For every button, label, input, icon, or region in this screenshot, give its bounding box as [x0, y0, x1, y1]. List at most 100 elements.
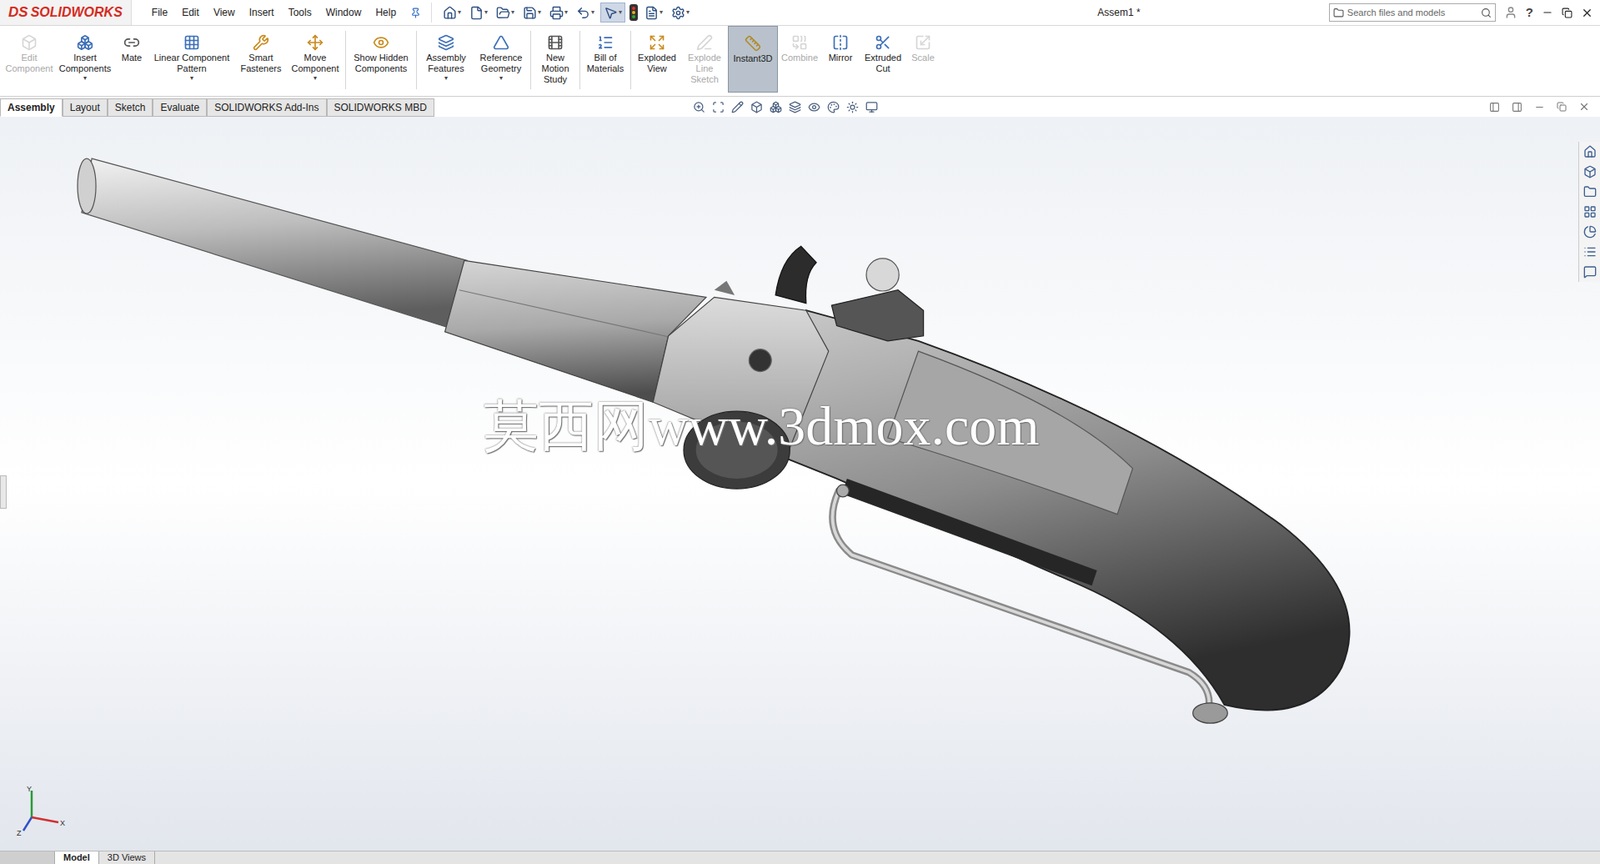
- svg-text:Y: Y: [26, 784, 32, 793]
- dropdown-arrow-icon[interactable]: ▾: [313, 74, 317, 83]
- close-icon[interactable]: [1580, 6, 1594, 20]
- ribbon-separator: [630, 30, 632, 90]
- dropdown-arrow-icon[interactable]: ▾: [83, 74, 87, 83]
- view-tool-icon[interactable]: [731, 100, 744, 114]
- ribbon-button[interactable]: Linear Component Pattern▾: [148, 25, 236, 93]
- ribbon-button[interactable]: Edit Component: [3, 25, 56, 93]
- ribbon-separator: [416, 30, 417, 90]
- ribbon-icon: [744, 35, 762, 52]
- ribbon-button[interactable]: Mate: [115, 25, 149, 93]
- command-tab[interactable]: Layout: [62, 98, 108, 117]
- document-window-controls: [1489, 100, 1590, 113]
- menu-item[interactable]: Insert: [249, 5, 275, 21]
- ribbon-button[interactable]: Explode Line Sketch: [681, 25, 728, 93]
- ribbon-button[interactable]: Scale: [906, 25, 940, 93]
- window-title: Assem1 *: [1097, 5, 1140, 21]
- minimize-icon[interactable]: [1541, 6, 1554, 19]
- help-button[interactable]: ?: [1525, 3, 1534, 23]
- view-tool-icon[interactable]: [750, 100, 763, 114]
- quick-access-toolbar: ▾▾▾▾▾▾▾▾▾: [431, 2, 693, 23]
- flintlock-pistol-model[interactable]: [0, 116, 1600, 851]
- ribbon-button[interactable]: Show Hidden Components: [347, 25, 415, 93]
- user-icon[interactable]: [1504, 5, 1518, 20]
- view-tool-icon[interactable]: [712, 100, 725, 114]
- ribbon-icon: [437, 34, 455, 51]
- bottom-tab[interactable]: Model: [55, 851, 100, 864]
- ribbon-button[interactable]: Insert Components▾: [55, 25, 116, 93]
- restore-icon[interactable]: [1561, 7, 1573, 19]
- command-tab[interactable]: SOLIDWORKS MBD: [326, 98, 435, 117]
- svg-text:X: X: [60, 818, 66, 828]
- options-icon[interactable]: ▾: [668, 2, 693, 23]
- view-tool-icon[interactable]: [807, 100, 821, 114]
- graphics-area[interactable]: 莫西网www.3dmox.comYXZ: [0, 116, 1600, 851]
- tile-left-icon[interactable]: [1489, 101, 1500, 113]
- save-icon[interactable]: ▾: [520, 2, 544, 23]
- dropdown-arrow-icon[interactable]: ▾: [499, 74, 503, 83]
- app-logo[interactable]: DSSOLIDWORKS: [0, 0, 132, 26]
- view-tool-icon[interactable]: [769, 100, 783, 114]
- task-pane-icon[interactable]: [1583, 265, 1597, 279]
- menu-item[interactable]: File: [151, 5, 168, 21]
- command-tab[interactable]: SOLIDWORKS Add-Ins: [206, 98, 327, 117]
- task-pane-icon[interactable]: [1583, 245, 1597, 259]
- dropdown-arrow-icon[interactable]: ▾: [444, 74, 448, 83]
- pin-icon[interactable]: [410, 7, 422, 19]
- dropdown-arrow-icon[interactable]: ▾: [190, 74, 194, 83]
- ribbon-icon: [252, 34, 270, 51]
- undo-icon[interactable]: ▾: [573, 2, 597, 23]
- view-tool-icon[interactable]: [827, 100, 840, 114]
- file-properties-icon[interactable]: ▾: [642, 2, 666, 23]
- ribbon-button[interactable]: Instant3D: [727, 25, 778, 93]
- command-tab[interactable]: Evaluate: [152, 98, 207, 117]
- task-pane-icon[interactable]: [1583, 185, 1597, 199]
- tile-right-icon[interactable]: [1511, 101, 1523, 113]
- ribbon-icon: [832, 34, 849, 51]
- open-icon[interactable]: ▾: [493, 2, 517, 23]
- search-box[interactable]: Search files and models: [1329, 3, 1496, 22]
- ribbon-button[interactable]: Reference Geometry▾: [473, 25, 529, 93]
- view-tool-icon[interactable]: [692, 100, 706, 114]
- ribbon-button[interactable]: Combine: [777, 25, 822, 93]
- ribbon-button[interactable]: Extruded Cut: [859, 25, 907, 93]
- ribbon-button[interactable]: Exploded View: [632, 25, 682, 93]
- print-icon[interactable]: ▾: [546, 2, 571, 23]
- ribbon-separator: [530, 30, 532, 90]
- doc-restore-icon[interactable]: [1556, 101, 1567, 112]
- select-icon[interactable]: ▾: [600, 2, 626, 23]
- ribbon-button[interactable]: Mirror: [821, 25, 860, 93]
- menu-item[interactable]: Window: [326, 5, 362, 21]
- view-tool-icon[interactable]: [846, 100, 859, 114]
- ribbon-button[interactable]: Bill of Materials: [581, 25, 629, 93]
- ribbon-button[interactable]: Move Component▾: [286, 25, 344, 93]
- new-icon[interactable]: ▾: [466, 2, 491, 23]
- ribbon-icon: [648, 34, 666, 51]
- doc-close-icon[interactable]: [1578, 100, 1590, 113]
- tab-scroll-buttons[interactable]: [0, 851, 56, 864]
- command-tab[interactable]: Assembly: [0, 98, 63, 117]
- doc-minimize-icon[interactable]: [1534, 101, 1545, 113]
- ribbon-button[interactable]: New Motion Study: [532, 25, 578, 93]
- view-tool-icon[interactable]: [788, 100, 802, 114]
- view-tool-icon[interactable]: [865, 100, 878, 114]
- logo-mark: DS: [8, 1, 29, 24]
- task-pane-icon[interactable]: [1583, 205, 1597, 219]
- svg-text:Z: Z: [16, 828, 22, 838]
- ribbon-button[interactable]: Smart Fasteners: [235, 25, 287, 93]
- menu-item[interactable]: Tools: [288, 5, 312, 21]
- task-pane-icon[interactable]: [1583, 225, 1597, 239]
- bottom-tab[interactable]: 3D Views: [99, 851, 156, 864]
- menu-item[interactable]: Edit: [181, 5, 200, 21]
- home-icon[interactable]: ▾: [440, 2, 464, 23]
- menu-item[interactable]: View: [213, 5, 236, 21]
- command-tab[interactable]: Sketch: [107, 98, 154, 117]
- panel-collapse-handle[interactable]: [0, 475, 7, 509]
- ribbon-button[interactable]: Assembly Features▾: [418, 25, 474, 93]
- menu-item[interactable]: Help: [375, 5, 397, 21]
- ribbon-icon: [696, 34, 713, 51]
- ribbon-separator: [579, 30, 581, 90]
- rebuild-icon[interactable]: [628, 4, 639, 21]
- task-pane-icon[interactable]: [1583, 165, 1597, 179]
- task-pane-tabs: [1578, 141, 1600, 282]
- task-pane-icon[interactable]: [1583, 145, 1597, 159]
